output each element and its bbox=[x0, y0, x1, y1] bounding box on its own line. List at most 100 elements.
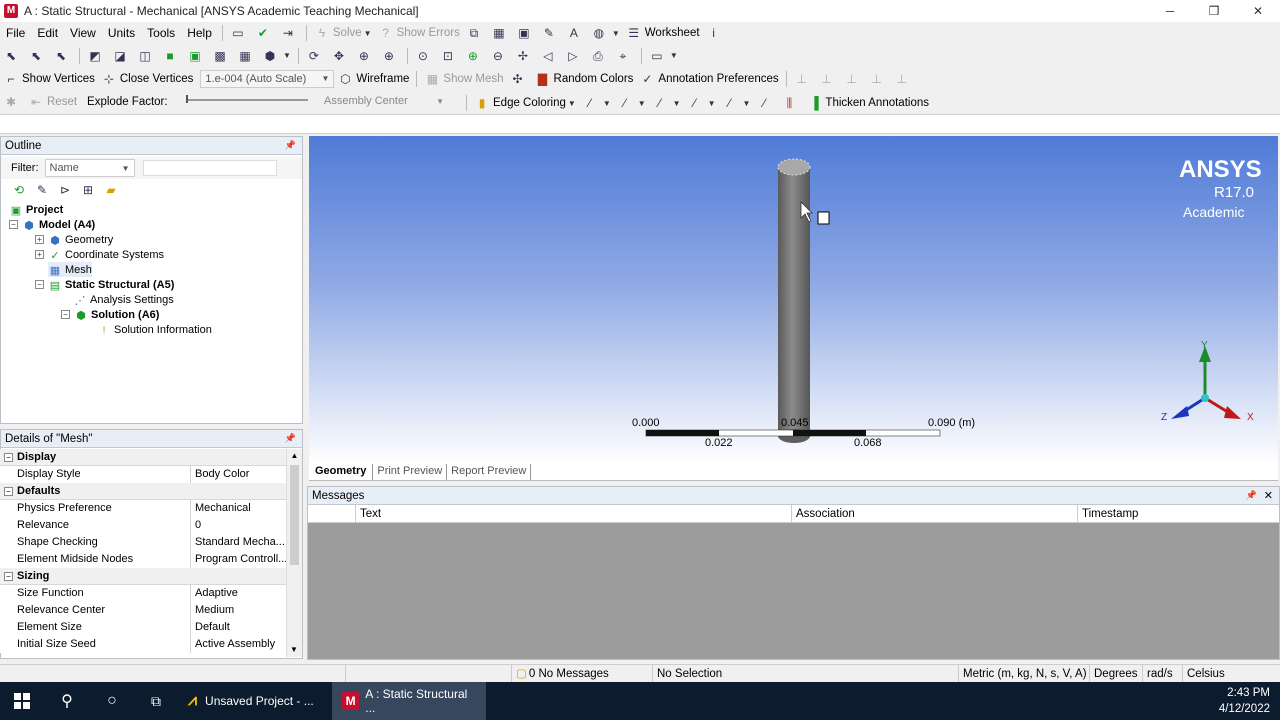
pin-icon[interactable]: 📌 bbox=[1246, 490, 1257, 501]
scrollbar-thumb[interactable] bbox=[290, 465, 299, 565]
edge-thick-button[interactable]: ⫼ bbox=[778, 93, 803, 113]
tab-geometry[interactable]: Geometry bbox=[309, 464, 374, 480]
explode-slider[interactable] bbox=[186, 99, 308, 101]
edge-style-2-button[interactable]: ⁄ ▼ bbox=[614, 93, 649, 113]
command-window-button[interactable]: ▭ bbox=[227, 23, 252, 43]
tab-report-preview[interactable]: Report Preview bbox=[447, 464, 532, 480]
cortana-icon[interactable]: ○ bbox=[90, 682, 134, 720]
filter-button-6[interactable]: ▩ bbox=[209, 46, 234, 66]
edge-style-1-button[interactable]: ⁄ ▼ bbox=[579, 93, 614, 113]
align-z-button[interactable]: ⊥ bbox=[841, 69, 866, 89]
align-x-button[interactable]: ⊥ bbox=[791, 69, 816, 89]
details-row[interactable]: Shape Checking Standard Mecha... bbox=[0, 533, 286, 551]
collapse-icon[interactable]: ⊳ bbox=[57, 182, 73, 198]
filter-button-5[interactable]: ▣ bbox=[184, 46, 209, 66]
menu-help[interactable]: Help bbox=[181, 26, 218, 40]
pin-icon[interactable]: 📌 bbox=[285, 433, 296, 444]
rads-status[interactable]: rad/s bbox=[1143, 665, 1183, 683]
select-edge-button[interactable]: ⬉ bbox=[50, 46, 75, 66]
random-colors-button[interactable]: ▇ Random Colors bbox=[532, 69, 637, 89]
viewport-layout-button[interactable]: ▭ ▼ bbox=[646, 46, 681, 66]
face-filter-button[interactable]: ◫ bbox=[134, 46, 159, 66]
message-status[interactable]: ▢ 0 No Messages bbox=[512, 665, 653, 683]
menu-units[interactable]: Units bbox=[102, 26, 141, 40]
pan-button[interactable]: ✥ bbox=[328, 46, 353, 66]
tool-button-4[interactable]: ✎ bbox=[538, 23, 563, 43]
align-v-button[interactable]: ⊥ bbox=[891, 69, 916, 89]
refresh-icon[interactable]: ⟲ bbox=[11, 182, 27, 198]
tool-button-3[interactable]: ▣ bbox=[513, 23, 538, 43]
info-button[interactable]: i bbox=[703, 23, 728, 43]
edge-style-6-button[interactable]: ⁄ bbox=[753, 93, 778, 113]
pin-icon[interactable]: 📌 bbox=[285, 140, 296, 151]
vertex-filter-button[interactable]: ◩ bbox=[84, 46, 109, 66]
close-vertices-button[interactable]: ⊹ Close Vertices bbox=[98, 69, 197, 89]
select-mode-button[interactable]: ⬉ bbox=[0, 46, 25, 66]
assembly-center-combo[interactable]: Assembly Center ▼ bbox=[320, 92, 448, 110]
expand-toggle-icon[interactable]: + bbox=[35, 250, 44, 259]
rotate-button[interactable]: ⟳ bbox=[303, 46, 328, 66]
details-row[interactable]: Display Style Body Color bbox=[0, 465, 286, 483]
taskbar-app-mechanical[interactable]: MA : Static Structural ... bbox=[332, 682, 486, 720]
column-text[interactable]: Text bbox=[356, 505, 792, 523]
menu-view[interactable]: View bbox=[64, 26, 102, 40]
zoom-out-button[interactable]: ⊖ bbox=[487, 46, 512, 66]
solve-button[interactable]: ϟ Solve ▼ bbox=[311, 23, 375, 43]
filter-combo[interactable]: Name ▼ bbox=[44, 159, 135, 177]
details-row[interactable]: Physics Preference Mechanical bbox=[0, 499, 286, 517]
celsius-status[interactable]: Celsius bbox=[1183, 665, 1273, 683]
annotation-preferences-button[interactable]: ✓ Annotation Preferences bbox=[636, 69, 781, 89]
prev-view-button[interactable]: ◁ bbox=[537, 46, 562, 66]
cylinder-top-face[interactable] bbox=[777, 158, 811, 176]
tool-button-5[interactable]: A bbox=[563, 23, 588, 43]
column-timestamp[interactable]: Timestamp bbox=[1078, 505, 1278, 523]
tool-button-6[interactable]: ◍ ▼ bbox=[588, 23, 623, 43]
menu-edit[interactable]: Edit bbox=[31, 26, 64, 40]
cube-menu-button[interactable]: ⬢ ▼ bbox=[259, 46, 294, 66]
align-y-button[interactable]: ⊥ bbox=[816, 69, 841, 89]
column-association[interactable]: Association bbox=[792, 505, 1078, 523]
show-mesh-button[interactable]: ▦ Show Mesh bbox=[421, 69, 506, 89]
mechanical-app-icon[interactable]: M bbox=[4, 4, 18, 18]
collapse-toggle-icon[interactable]: − bbox=[35, 280, 44, 289]
scale-combo[interactable]: 1.e-004 (Auto Scale) ▼ bbox=[200, 69, 335, 88]
tree-item-analysis-settings[interactable]: ⋰ Analysis Settings bbox=[73, 292, 174, 307]
details-row[interactable]: Element Midside Nodes Program Controll... bbox=[0, 550, 286, 568]
details-row[interactable]: Relevance 0 bbox=[0, 516, 286, 534]
close-button[interactable]: ✕ bbox=[1236, 0, 1280, 22]
thicken-annotations-button[interactable]: ▐ Thicken Annotations bbox=[803, 93, 932, 113]
body-filter-button[interactable]: ■ bbox=[159, 46, 184, 66]
worksheet-button[interactable]: ☰ Worksheet bbox=[623, 23, 703, 43]
filter-button-7[interactable]: ▦ bbox=[234, 46, 259, 66]
task-view-icon[interactable]: ⧉ bbox=[134, 682, 178, 720]
next-view-button[interactable]: ▷ bbox=[562, 46, 587, 66]
tree-item-geometry[interactable]: + ⬢ Geometry bbox=[35, 232, 113, 247]
expand-toggle-icon[interactable]: + bbox=[35, 235, 44, 244]
tree-item-mesh[interactable]: ▦ Mesh bbox=[48, 262, 92, 277]
menu-tools[interactable]: Tools bbox=[141, 26, 181, 40]
tab-print-preview[interactable]: Print Preview bbox=[373, 464, 448, 480]
filter-search-input[interactable] bbox=[142, 160, 277, 176]
scroll-down-icon[interactable]: ▼ bbox=[287, 643, 301, 657]
details-group-defaults[interactable]: − Defaults bbox=[0, 483, 286, 500]
maximize-button[interactable]: ❐ bbox=[1192, 0, 1236, 22]
start-button[interactable] bbox=[0, 682, 44, 720]
select-point-button[interactable]: ⬉ bbox=[25, 46, 50, 66]
details-row[interactable]: Size Function Adaptive bbox=[0, 584, 286, 602]
graphics-viewport[interactable]: ANSYS R17.0 Academic 0.000 0.045 0.090 (… bbox=[309, 136, 1278, 464]
clock[interactable]: 2:43 PM 4/12/2022 bbox=[1219, 685, 1270, 717]
tree-item-project[interactable]: ▣ Project bbox=[9, 202, 64, 217]
details-group-display[interactable]: − Display bbox=[0, 449, 286, 466]
wireframe-button[interactable]: ⬡ Wireframe bbox=[334, 69, 412, 89]
menu-file[interactable]: File bbox=[0, 26, 31, 40]
scroll-up-icon[interactable]: ▲ bbox=[287, 449, 302, 463]
edge-style-4-button[interactable]: ⁄ ▼ bbox=[684, 93, 719, 113]
zoom-green-button[interactable]: ⊕ bbox=[462, 46, 487, 66]
show-vertices-button[interactable]: ⌐ Show Vertices bbox=[0, 69, 98, 89]
collapse-toggle-icon[interactable]: − bbox=[9, 220, 18, 229]
edge-filter-button[interactable]: ◪ bbox=[109, 46, 134, 66]
box-zoom-button[interactable]: ⊕ bbox=[378, 46, 403, 66]
details-row[interactable]: Initial Size Seed Active Assembly bbox=[0, 635, 286, 653]
close-icon[interactable]: ✕ bbox=[1264, 489, 1273, 502]
edge-style-5-button[interactable]: ⁄ ▼ bbox=[719, 93, 754, 113]
